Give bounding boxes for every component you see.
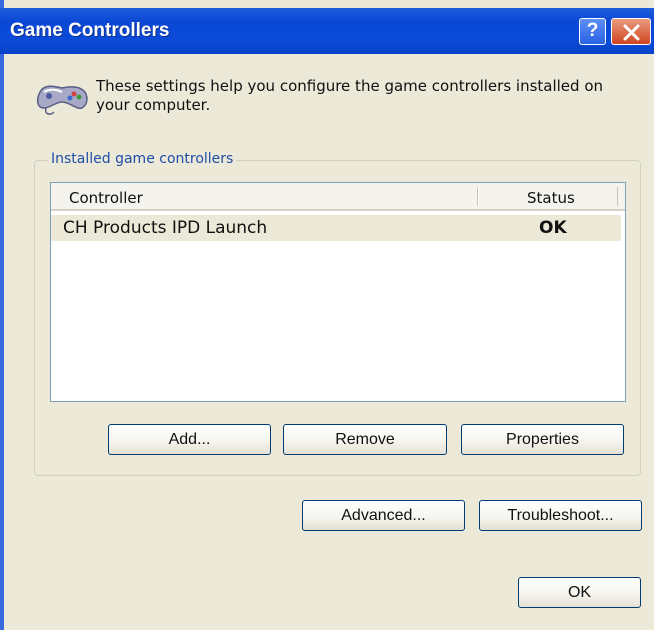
remove-button[interactable]: Remove [283, 424, 447, 455]
game-controllers-dialog: Game Controllers ? These settings help y… [0, 0, 654, 630]
add-button[interactable]: Add... [108, 424, 271, 455]
window-title: Game Controllers [10, 20, 170, 41]
close-button[interactable] [611, 18, 651, 45]
list-item[interactable]: CH Products IPD Launch OK [51, 215, 621, 241]
troubleshoot-button[interactable]: Troubleshoot... [479, 500, 642, 531]
advanced-button[interactable]: Advanced... [302, 500, 465, 531]
ok-button[interactable]: OK [518, 577, 641, 608]
help-icon: ? [586, 20, 599, 41]
column-divider-end[interactable] [617, 187, 618, 206]
controllers-list[interactable]: Controller Status CH Products IPD Launch… [50, 182, 626, 402]
list-header: Controller Status [51, 183, 625, 211]
controller-name: CH Products IPD Launch [63, 218, 268, 238]
title-bar[interactable]: Game Controllers ? [0, 8, 654, 54]
close-icon [623, 24, 640, 41]
group-label: Installed game controllers [48, 150, 237, 168]
controller-status: OK [539, 218, 567, 238]
properties-button[interactable]: Properties [461, 424, 624, 455]
info-text: These settings help you configure the ga… [96, 77, 604, 114]
column-header-controller[interactable]: Controller [69, 189, 143, 207]
column-header-status[interactable]: Status [527, 189, 575, 207]
help-button[interactable]: ? [579, 18, 606, 45]
gamepad-icon [36, 85, 88, 115]
column-divider[interactable] [477, 187, 478, 206]
